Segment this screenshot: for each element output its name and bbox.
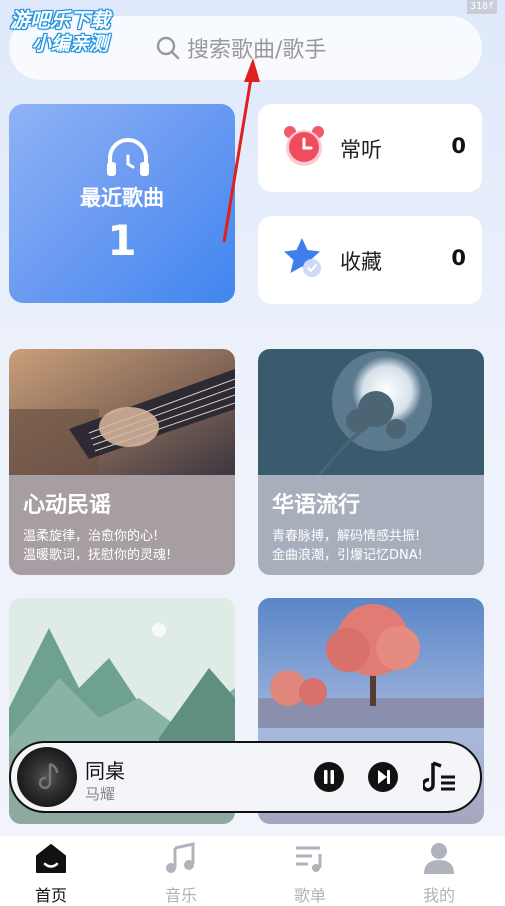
now-playing-artist: 马耀 — [85, 785, 116, 803]
genre-card-pop[interactable]: 华语流行 青春脉搏，解码情感共振! 金曲浪潮，引爆记忆DNA! — [258, 349, 484, 575]
now-playing-title: 同桌 — [85, 759, 125, 783]
genre-desc-line-2: 金曲浪潮，引爆记忆DNA! — [272, 548, 423, 563]
playlist-queue-icon[interactable] — [423, 759, 457, 795]
album-art-disc — [17, 747, 77, 807]
recent-songs-card[interactable]: 最近歌曲 1 — [9, 104, 235, 303]
genre-desc-line-2: 温暖歌词，抚慰你的灵魂! — [23, 548, 172, 563]
star-icon — [284, 238, 321, 277]
nav-playlist-label: 歌单 — [293, 886, 326, 905]
watermark-line-1: 游吧乐下载 — [10, 8, 110, 32]
person-icon — [424, 843, 454, 874]
watermark-line-2: 小编亲测 — [32, 33, 109, 55]
nav-playlist[interactable]: 歌单 — [270, 840, 350, 906]
recent-songs-label: 最近歌曲 — [80, 186, 164, 210]
nav-mine-label: 我的 — [422, 886, 455, 905]
search-icon — [156, 36, 180, 60]
nav-home-label: 首页 — [34, 886, 67, 905]
music-note-icon — [166, 842, 195, 873]
favorites-label: 收藏 — [340, 250, 382, 274]
genre-title: 华语流行 — [272, 493, 361, 518]
genre-desc-line-1: 温柔旋律，治愈你的心! — [23, 529, 159, 544]
genre-card-folk[interactable]: 心动民谣 温柔旋律，治愈你的心! 温暖歌词，抚慰你的灵魂! — [9, 349, 235, 575]
bottom-nav: 首页 音乐 歌单 我的 — [0, 836, 505, 906]
corner-tag: 318f — [467, 0, 497, 14]
frequent-card[interactable]: 常听 0 — [258, 104, 482, 192]
frequent-count: 0 — [451, 134, 466, 158]
genre-info: 华语流行 青春脉搏，解码情感共振! 金曲浪潮，引爆记忆DNA! — [258, 475, 484, 575]
playlist-icon — [296, 846, 322, 872]
genre-info: 心动民谣 温柔旋律，治愈你的心! 温暖歌词，抚慰你的灵魂! — [9, 475, 235, 575]
search-placeholder: 搜索歌曲/歌手 — [187, 38, 327, 63]
headphones-icon — [107, 138, 149, 176]
mini-player[interactable]: 同桌 马耀 — [9, 741, 482, 813]
frequent-label: 常听 — [340, 138, 382, 162]
next-track-icon[interactable] — [367, 761, 399, 793]
guitar-photo — [9, 349, 235, 477]
genre-desc-line-1: 青春脉搏，解码情感共振! — [272, 529, 421, 544]
nav-mine[interactable]: 我的 — [399, 840, 479, 906]
favorites-count: 0 — [451, 246, 466, 270]
genre-title: 心动民谣 — [23, 493, 112, 518]
moon-flower-photo — [258, 349, 484, 477]
favorites-card[interactable]: 收藏 0 — [258, 216, 482, 304]
watermark-logo: 游吧乐下载 小编亲测 — [10, 8, 110, 56]
pause-icon[interactable] — [313, 761, 345, 793]
nav-music[interactable]: 音乐 — [141, 840, 221, 906]
recent-songs-count: 1 — [107, 216, 137, 265]
home-icon — [36, 844, 66, 873]
music-note-icon — [38, 762, 59, 790]
nav-home[interactable]: 首页 — [11, 840, 91, 906]
nav-music-label: 音乐 — [164, 886, 197, 905]
alarm-clock-icon — [284, 126, 324, 166]
